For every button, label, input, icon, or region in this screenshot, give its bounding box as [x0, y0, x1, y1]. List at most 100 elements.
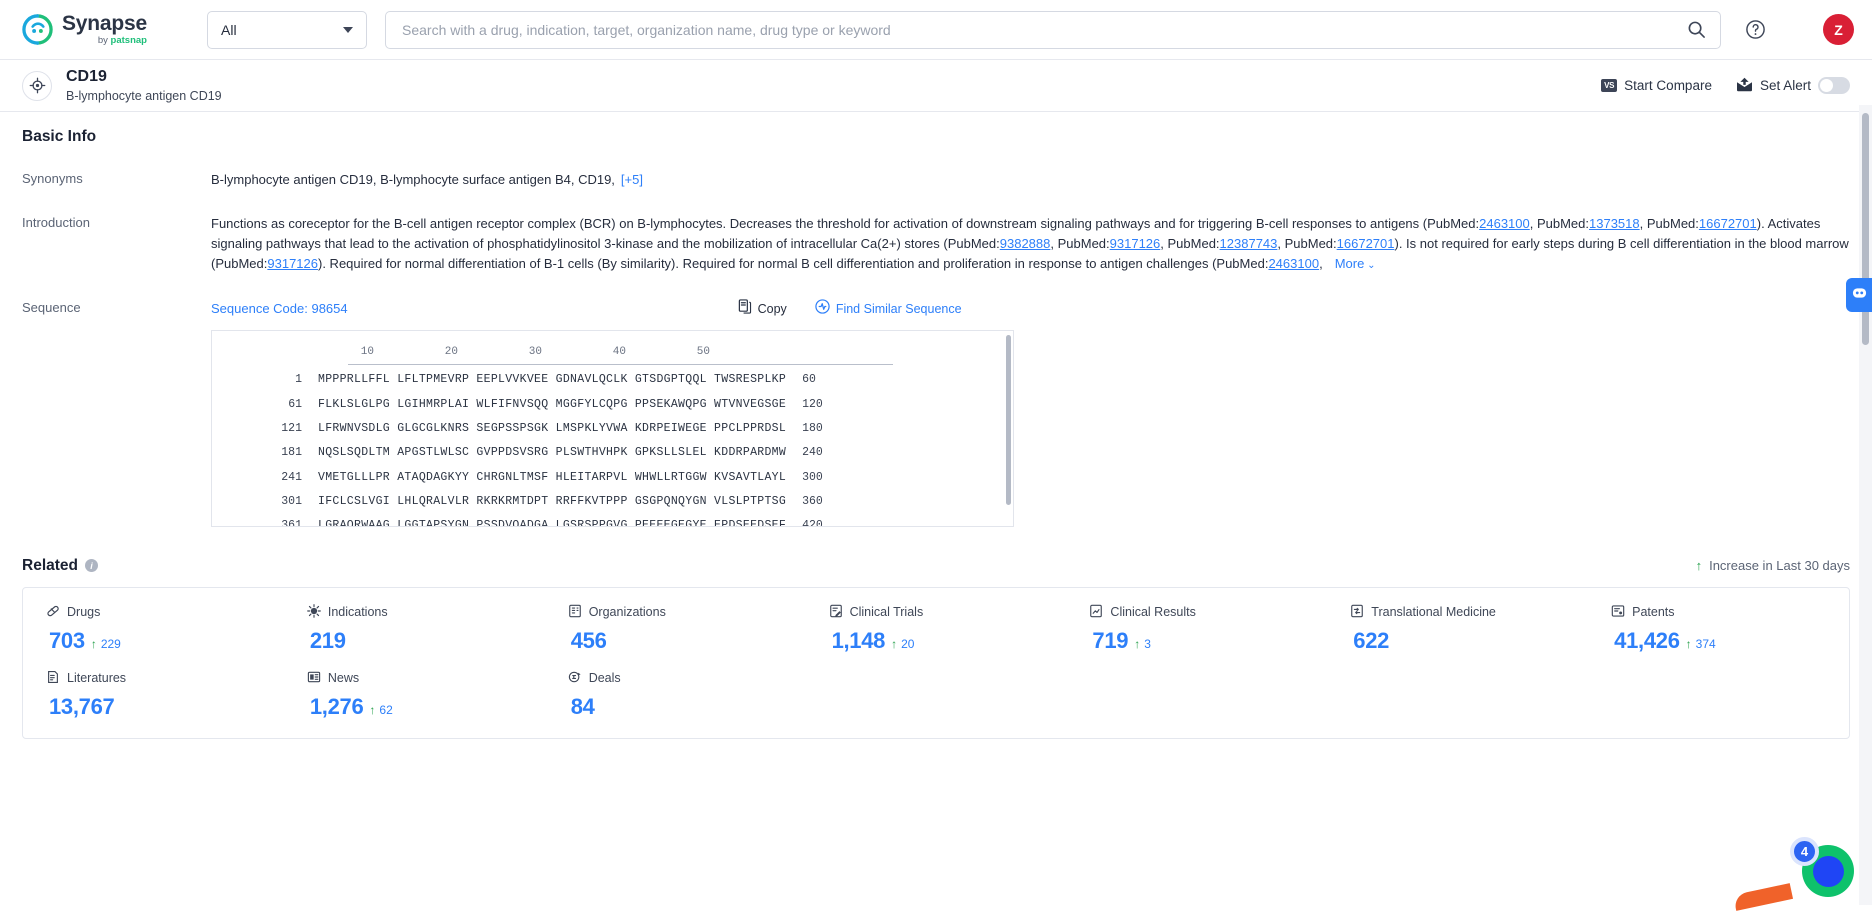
stat-drugs[interactable]: Drugs 703 ↑ 229: [23, 604, 284, 654]
grid-apps-icon[interactable]: [1786, 21, 1803, 38]
stat-news[interactable]: News 1,276 ↑ 62: [284, 670, 545, 720]
intro-part-1: Functions as coreceptor for the B-cell a…: [211, 216, 1479, 231]
stat-value: 84: [571, 694, 595, 720]
sequence-code[interactable]: Sequence Code: 98654: [211, 299, 348, 319]
pubmed-link[interactable]: 1373518: [1589, 216, 1640, 231]
chat-bubble-icon: [1852, 286, 1867, 305]
floating-assistant-widget[interactable]: 4: [1796, 839, 1854, 897]
copy-sequence-button[interactable]: Copy: [738, 299, 787, 320]
sequence-line: 301 IFCLCSLVGI LHLQRALVLR RKRKRMTDPT RRF…: [212, 493, 1013, 511]
sequence-viewer[interactable]: 10 20 30 40 50 1 MPPPRLLFFL LFLTPMEVRP E…: [211, 330, 1014, 527]
introduction-row: Introduction Functions as coreceptor for…: [22, 214, 1850, 274]
vs-icon: VS: [1601, 79, 1617, 92]
sequence-start-index: 301: [224, 493, 302, 511]
main-content: Basic Info Synonyms B-lymphocyte antigen…: [0, 112, 1872, 905]
stat-organizations[interactable]: Organizations 456: [545, 604, 806, 654]
news-icon: [307, 670, 321, 687]
find-similar-icon: [815, 299, 830, 320]
sequence-end-index: 120: [802, 396, 823, 414]
assistant-notification-badge[interactable]: 4: [1790, 837, 1819, 866]
sequence-scrollbar[interactable]: [1006, 335, 1011, 505]
stat-label: Clinical Trials: [850, 605, 924, 619]
up-arrow-icon: ↑: [1696, 559, 1703, 572]
stat-value: 456: [571, 628, 607, 654]
stat-translational-medicine[interactable]: Translational Medicine 622: [1327, 604, 1588, 654]
search-icon[interactable]: [1687, 20, 1706, 39]
pubmed-link[interactable]: 16672701: [1699, 216, 1757, 231]
start-compare-label: Start Compare: [1624, 78, 1712, 93]
start-compare-button[interactable]: VS Start Compare: [1601, 78, 1712, 93]
synonyms-text: B-lymphocyte antigen CD19, B-lymphocyte …: [211, 172, 615, 187]
stat-label: Clinical Results: [1110, 605, 1195, 619]
stat-clinical-trials[interactable]: Clinical Trials 1,148 ↑ 20: [806, 604, 1067, 654]
alert-mail-icon: [1736, 77, 1753, 95]
set-alert-control[interactable]: Set Alert: [1736, 77, 1850, 95]
sequence-value: Sequence Code: 98654 Copy: [211, 299, 1850, 527]
up-arrow-icon: ↑: [891, 638, 897, 650]
find-similar-sequence-button[interactable]: Find Similar Sequence: [815, 299, 962, 320]
pubmed-link[interactable]: 16672701: [1337, 236, 1395, 251]
stat-patents[interactable]: Patents 41,426 ↑ 374: [1588, 604, 1849, 654]
intro-part-7: , PubMed:: [1277, 236, 1336, 251]
info-icon[interactable]: i: [85, 559, 98, 572]
up-arrow-icon: ↑: [369, 704, 375, 716]
copy-label: Copy: [758, 300, 787, 319]
ruler-tick: 30: [464, 344, 548, 361]
stat-label: Deals: [589, 671, 621, 685]
sequence-end-index: 240: [802, 444, 823, 462]
introduction-label: Introduction: [22, 214, 211, 274]
logo-title: Synapse: [62, 13, 147, 34]
literature-icon: [46, 670, 60, 687]
up-arrow-icon: ↑: [1134, 638, 1140, 650]
sequence-line: 61 FLKLSLGLPG LGIHMRPLAI WLFIFNVSQQ MGGF…: [212, 396, 1013, 414]
sequence-start-index: 121: [224, 420, 302, 438]
help-circle-icon[interactable]: [1745, 19, 1766, 40]
stat-clinical-results[interactable]: Clinical Results 719 ↑ 3: [1066, 604, 1327, 654]
stat-value: 1,148: [832, 628, 886, 654]
search-category-value: All: [221, 22, 237, 38]
pubmed-link[interactable]: 9317126: [1110, 236, 1161, 251]
stat-delta-value: 3: [1144, 637, 1151, 651]
chat-side-tab[interactable]: [1846, 278, 1872, 312]
stat-value: 1,276: [310, 694, 364, 720]
related-header: Related i ↑ Increase in Last 30 days: [22, 557, 1850, 575]
user-avatar[interactable]: Z: [1823, 14, 1854, 45]
introduction-more-button[interactable]: More ⌄: [1335, 256, 1376, 271]
pubmed-link[interactable]: 9382888: [1000, 236, 1051, 251]
sequence-end-index: 180: [802, 420, 823, 438]
basic-info-heading: Basic Info: [22, 128, 1850, 146]
app-logo[interactable]: Synapse by patsnap: [22, 13, 182, 46]
stat-value: 719: [1092, 628, 1128, 654]
stat-indications[interactable]: Indications 219: [284, 604, 545, 654]
stat-value: 41,426: [1614, 628, 1680, 654]
stat-literatures[interactable]: Literatures 13,767: [23, 670, 284, 720]
page-subtitle: B-lymphocyte antigen CD19: [66, 89, 222, 103]
related-legend: ↑ Increase in Last 30 days: [1696, 558, 1850, 573]
sequence-row: Sequence Sequence Code: 98654: [22, 299, 1850, 527]
synonyms-more-badge[interactable]: [+5]: [621, 172, 643, 187]
translational-icon: [1350, 604, 1364, 621]
set-alert-toggle[interactable]: [1818, 77, 1850, 94]
pubmed-link[interactable]: 2463100: [1479, 216, 1530, 231]
search-input[interactable]: [402, 22, 1687, 38]
sequence-end-index: 300: [802, 469, 823, 487]
search-category-select[interactable]: All: [207, 11, 367, 49]
sequence-start-index: 1: [224, 371, 302, 389]
stat-value: 219: [310, 628, 346, 654]
pubmed-link[interactable]: 12387743: [1220, 236, 1278, 251]
sequence-line: 181 NQSLSQDLTM APGSTLWLSC GVPPDSVSRG PLS…: [212, 444, 1013, 462]
sequence-start-index: 61: [224, 396, 302, 414]
sequence-residues: LGRAQRWAAG LGGTAPSYGN PSSDVQADGA LGSRSPP…: [318, 517, 786, 527]
copy-icon: [738, 299, 752, 320]
chevron-down-icon: [343, 27, 353, 33]
sequence-start-index: 361: [224, 517, 302, 527]
stat-deals[interactable]: Deals 84: [545, 670, 806, 720]
stat-delta-value: 20: [901, 637, 914, 651]
intro-part-9: ). Required for normal differentiation o…: [318, 256, 1268, 271]
ruler-tick: 40: [548, 344, 632, 361]
global-search-box[interactable]: [385, 11, 1721, 49]
pubmed-link[interactable]: 2463100: [1268, 256, 1319, 271]
pubmed-link[interactable]: 9317126: [267, 256, 318, 271]
logo-brand-text: patsnap: [111, 35, 147, 46]
logo-subtitle: by patsnap: [62, 36, 147, 46]
